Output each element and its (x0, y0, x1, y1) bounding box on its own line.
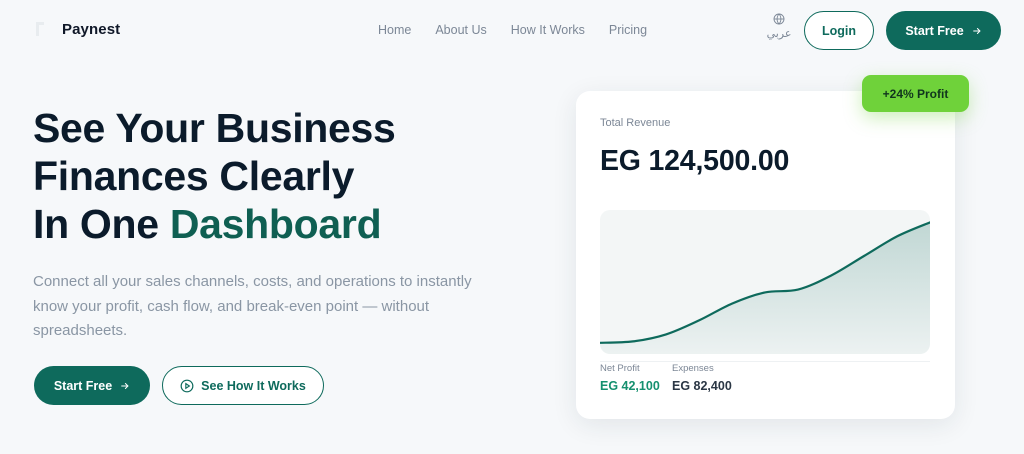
start-free-nav-button[interactable]: Start Free (886, 11, 1001, 50)
login-button[interactable]: Login (804, 11, 874, 50)
card-divider (600, 361, 930, 362)
revenue-chart-svg (600, 210, 930, 354)
language-switcher[interactable]: عربي (764, 13, 794, 40)
nav-link-about[interactable]: About Us (435, 23, 486, 37)
net-profit-label: Net Profit (600, 363, 640, 374)
arrow-right-icon (121, 382, 129, 389)
start-free-hero-label: Start Free (53, 378, 113, 393)
hero-title-line-1: See Your Business (33, 105, 396, 151)
hero-title-accent: Dashboard (169, 201, 382, 247)
brand-logo[interactable]: Paynest (34, 20, 120, 38)
play-circle-icon (180, 379, 194, 392)
expenses-label: Expenses (672, 363, 714, 374)
profit-badge: +24% Profit (862, 75, 969, 112)
hero-title: See Your Business Finances Clearly In On… (33, 104, 473, 248)
start-free-nav-label: Start Free (905, 23, 964, 38)
brand-name: Paynest (62, 20, 121, 38)
nav-link-how-it-works[interactable]: How It Works (511, 23, 585, 37)
nav-link-home[interactable]: Home (378, 23, 411, 37)
logo-icon (34, 20, 48, 38)
globe-icon (773, 13, 785, 25)
total-revenue-label: Total Revenue (600, 117, 671, 129)
expenses-stat: Expenses EG 82,400 (672, 363, 732, 393)
arrow-right-icon (972, 27, 981, 34)
net-profit-stat: Net Profit EG 42,100 (600, 363, 660, 393)
total-revenue-value: EG 124,500.00 (600, 145, 790, 177)
revenue-card: Total Revenue EG 124,500.00 Net Profit E… (576, 91, 955, 419)
see-how-it-works-button[interactable]: See How It Works (162, 366, 324, 405)
hero-title-line-3: In One Dashboard (33, 200, 473, 248)
nav-link-pricing[interactable]: Pricing (609, 23, 647, 37)
top-navbar: Paynest Home About Us How It Works Prici… (0, 0, 1024, 62)
expenses-value: EG 82,400 (672, 379, 732, 393)
revenue-chart (600, 210, 930, 354)
hero-title-prefix: In One (33, 201, 159, 247)
net-profit-value: EG 42,100 (600, 379, 660, 393)
start-free-hero-button[interactable]: Start Free (34, 366, 150, 405)
nav-links: Home About Us How It Works Pricing (378, 23, 671, 37)
hero-description: Connect all your sales channels, costs, … (33, 273, 472, 339)
language-label: عربي (766, 27, 792, 40)
see-how-it-works-label: See How It Works (201, 378, 306, 393)
hero-title-line-2: Finances Clearly (33, 153, 355, 199)
